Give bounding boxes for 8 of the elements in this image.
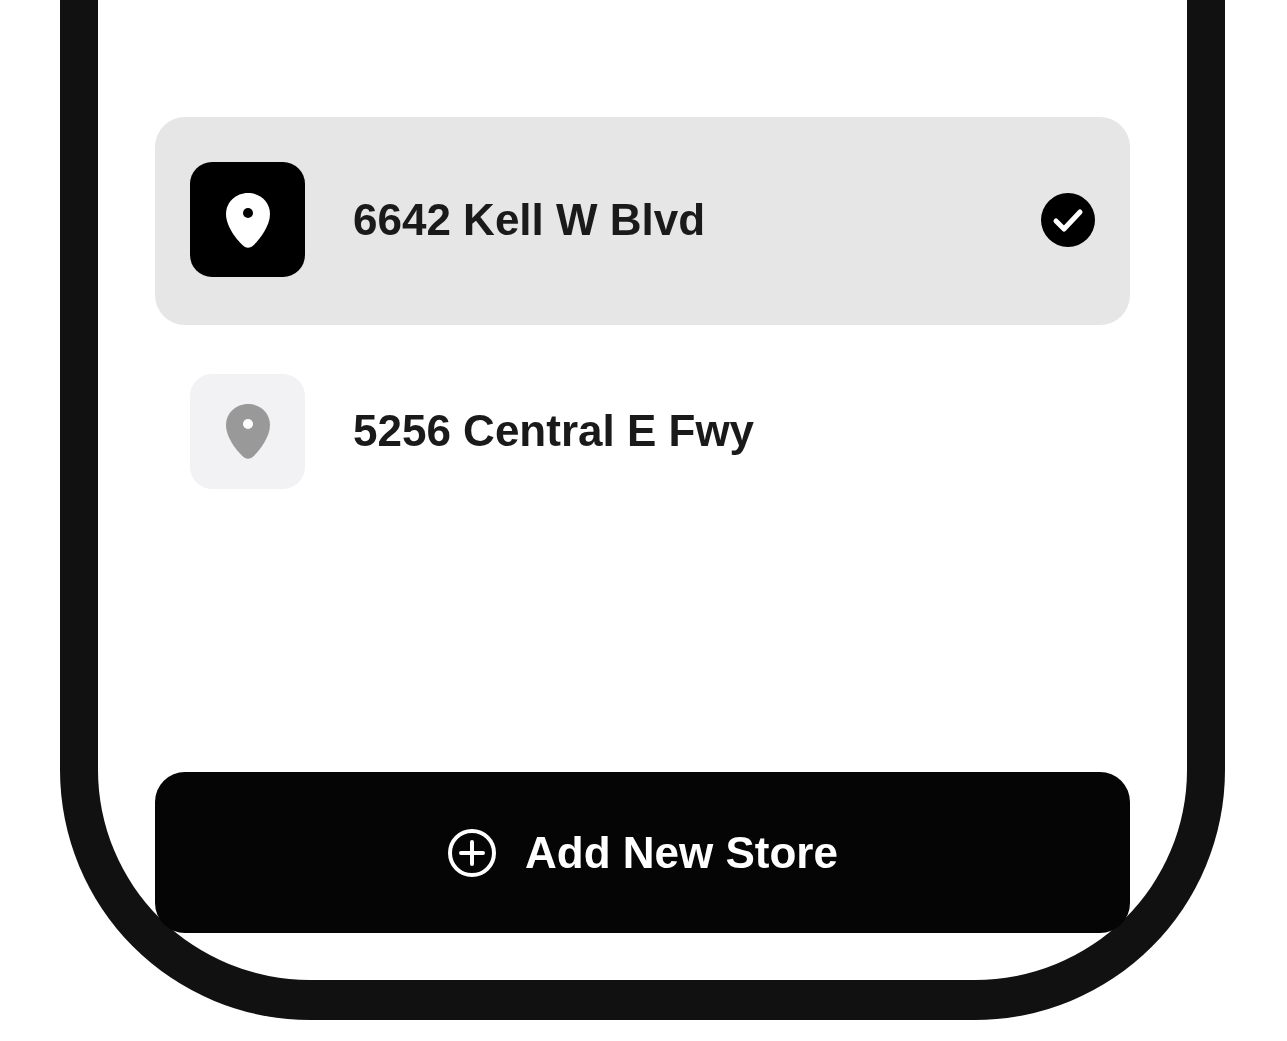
pin-tile-icon (190, 162, 305, 277)
store-address: 5256 Central E Fwy (353, 405, 755, 457)
add-store-button[interactable]: Add New Store (155, 772, 1130, 933)
pin-tile-icon (190, 373, 305, 489)
checkmark-icon (1041, 192, 1095, 247)
plus-circle-icon (447, 827, 498, 878)
store-row[interactable]: 6642 Kell W Blvd (155, 117, 1130, 325)
store-address: 6642 Kell W Blvd (353, 193, 706, 246)
